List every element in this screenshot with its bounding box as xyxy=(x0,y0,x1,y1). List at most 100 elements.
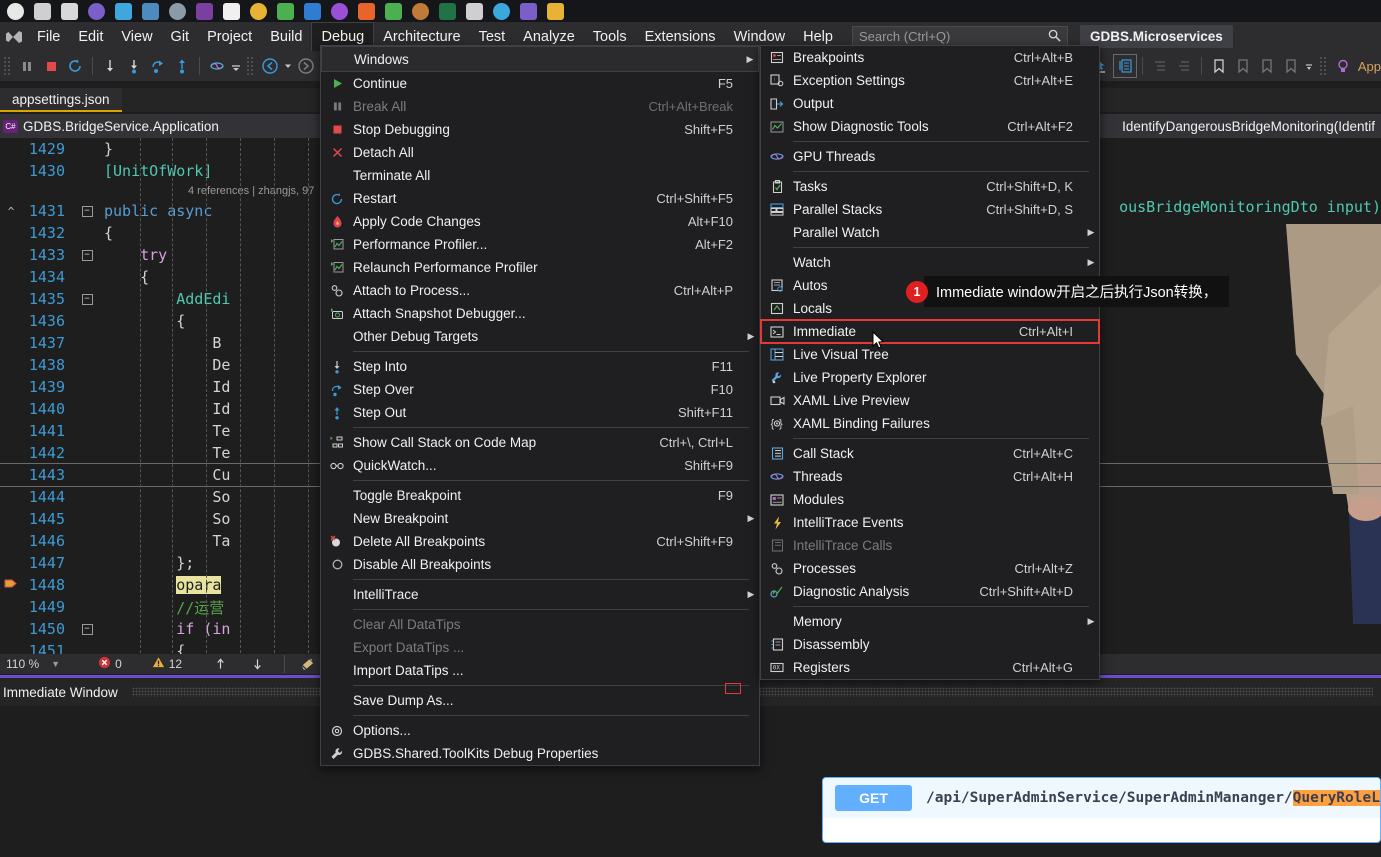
chevron-down-icon[interactable]: ▼ xyxy=(43,659,60,669)
menu-item-intellitrace[interactable]: IntelliTrace ▶ xyxy=(321,583,759,606)
menu-item-xaml-live-preview[interactable]: XAML Live Preview xyxy=(761,389,1099,412)
navigate-back-dropdown-icon[interactable] xyxy=(282,54,294,78)
bookmark-next-icon[interactable] xyxy=(1255,54,1279,78)
menu-item-registers[interactable]: 0X Registers Ctrl+Alt+G xyxy=(761,656,1099,679)
visualstudio-icon[interactable] xyxy=(326,0,353,22)
excel-icon[interactable] xyxy=(434,0,461,22)
menu-project[interactable]: Project xyxy=(198,22,261,51)
error-count[interactable]: 0 xyxy=(70,656,128,672)
menu-item-breakpoints[interactable]: Breakpoints Ctrl+Alt+B xyxy=(761,46,1099,69)
menu-git[interactable]: Git xyxy=(162,22,199,51)
menu-view[interactable]: View xyxy=(112,22,161,51)
menu-item-processes[interactable]: Processes Ctrl+Alt+Z xyxy=(761,557,1099,580)
zoom-level[interactable]: 110 % ▼ xyxy=(0,657,66,671)
menu-item-call-stack[interactable]: Call Stack Ctrl+Alt+C xyxy=(761,442,1099,465)
menu-item-intellitrace-events[interactable]: IntelliTrace Events xyxy=(761,511,1099,534)
stop-icon[interactable] xyxy=(39,54,63,78)
wrench-icon[interactable] xyxy=(29,0,56,22)
menu-file[interactable]: File xyxy=(28,22,69,51)
menu-item-quickwatch[interactable]: QuickWatch... Shift+F9 xyxy=(321,454,759,477)
menu-item-tasks[interactable]: Tasks Ctrl+Shift+D, K xyxy=(761,175,1099,198)
menu-item-performance-profiler[interactable]: Performance Profiler... Alt+F2 xyxy=(321,233,759,256)
menu-item-windows[interactable]: Windows ▶ xyxy=(321,46,759,72)
collapse-icon[interactable]: − xyxy=(81,623,93,635)
debug-menu-panel[interactable]: Windows ▶ Continue F5 Break All Ctrl+Alt+Brea… xyxy=(320,45,760,766)
menu-item-attach-snapshot-debugger[interactable]: Attach Snapshot Debugger... xyxy=(321,302,759,325)
firefox-icon[interactable] xyxy=(353,0,380,22)
menu-item-disable-all-breakpoints[interactable]: Disable All Breakpoints xyxy=(321,553,759,576)
swagger-operation-row[interactable]: GET /api/SuperAdminService/SuperAdminMan… xyxy=(823,778,1380,818)
navigate-back-icon[interactable] xyxy=(258,54,282,78)
fold-toggle[interactable]: − xyxy=(70,205,104,217)
menu-item-step-out[interactable]: Step Out Shift+F11 xyxy=(321,401,759,424)
step-out-icon[interactable] xyxy=(170,54,194,78)
toggle-outline-icon[interactable] xyxy=(1112,54,1137,78)
menu-item-detach-all[interactable]: Detach All xyxy=(321,141,759,164)
photo-icon[interactable] xyxy=(407,0,434,22)
collapse-icon[interactable]: − xyxy=(81,293,93,305)
browser-icon[interactable] xyxy=(110,0,137,22)
menu-build[interactable]: Build xyxy=(261,22,311,51)
fileman-icon[interactable] xyxy=(245,0,272,22)
menu-item-xaml-binding-failures[interactable]: {} XAML Binding Failures xyxy=(761,412,1099,435)
vscode-icon[interactable] xyxy=(299,0,326,22)
wechat-icon[interactable] xyxy=(380,0,407,22)
menu-item-gdbs-shared-toolkits-debug-properties[interactable]: GDBS.Shared.ToolKits Debug Properties xyxy=(321,742,759,765)
app-icon[interactable] xyxy=(515,0,542,22)
ball-icon[interactable] xyxy=(56,0,83,22)
menu-item-diagnostic-analysis[interactable]: Diagnostic Analysis Ctrl+Shift+Alt+D xyxy=(761,580,1099,603)
step-over-icon[interactable] xyxy=(146,54,170,78)
menu-item-disassembly[interactable]: Disassembly xyxy=(761,633,1099,656)
toolbar-grip-2[interactable] xyxy=(246,56,255,76)
lightbulb-icon[interactable] xyxy=(1331,54,1355,78)
menu-item-continue[interactable]: Continue F5 xyxy=(321,72,759,95)
menu-item-import-datatips[interactable]: Import DataTips ... xyxy=(321,659,759,682)
breadcrumb-member[interactable]: IdentifyDangerousBridgeMonitoring(Identi… xyxy=(1116,114,1381,138)
toolbar-grip[interactable] xyxy=(3,56,12,76)
menu-item-other-debug-targets[interactable]: Other Debug Targets ▶ xyxy=(321,325,759,348)
warning-count[interactable]: 12 xyxy=(132,656,188,672)
show-next-statement-icon[interactable] xyxy=(98,54,122,78)
menu-item-new-breakpoint[interactable]: New Breakpoint ▶ xyxy=(321,507,759,530)
menu-item-step-into[interactable]: Step Into F11 xyxy=(321,355,759,378)
fold-toggle[interactable]: − xyxy=(70,249,104,261)
menu-item-modules[interactable]: Modules xyxy=(761,488,1099,511)
menu-item-show-diagnostic-tools[interactable]: Show Diagnostic Tools Ctrl+Alt+F2 xyxy=(761,115,1099,138)
toolbar-grip-3[interactable] xyxy=(1318,56,1328,76)
collapse-icon[interactable]: − xyxy=(81,205,93,217)
step-into-icon[interactable] xyxy=(122,54,146,78)
bookmark-icon[interactable] xyxy=(1207,54,1231,78)
restart-icon[interactable] xyxy=(63,54,87,78)
menu-item-show-call-stack-on-code-map[interactable]: Show Call Stack on Code Map Ctrl+\, Ctrl+… xyxy=(321,431,759,454)
menu-item-output[interactable]: Output xyxy=(761,92,1099,115)
menu-item-stop-debugging[interactable]: Stop Debugging Shift+F5 xyxy=(321,118,759,141)
menu-item-options[interactable]: Options... xyxy=(321,719,759,742)
menu-item-step-over[interactable]: Step Over F10 xyxy=(321,378,759,401)
prev-issue-button[interactable] xyxy=(192,657,233,671)
menu-item-parallel-watch[interactable]: Parallel Watch ▶ xyxy=(761,221,1099,244)
menu-item-memory[interactable]: Memory ▶ xyxy=(761,610,1099,633)
toolbar-overflow-icon[interactable] xyxy=(229,54,243,78)
menu-item-save-dump-as[interactable]: Save Dump As... xyxy=(321,689,759,712)
bookmark-overflow-icon[interactable] xyxy=(1303,54,1316,78)
menu-item-attach-to-process[interactable]: Attach to Process... Ctrl+Alt+P xyxy=(321,279,759,302)
fold-toggle[interactable]: − xyxy=(70,623,104,635)
debug-windows-submenu-panel[interactable]: Breakpoints Ctrl+Alt+B! Exception Settings… xyxy=(760,45,1100,680)
chrome-icon[interactable] xyxy=(272,0,299,22)
bookmark-clear-icon[interactable] xyxy=(1279,54,1303,78)
bookmark-prev-icon[interactable] xyxy=(1231,54,1255,78)
menu-item-live-property-explorer[interactable]: Live Property Explorer xyxy=(761,366,1099,389)
menu-item-live-visual-tree[interactable]: Live Visual Tree xyxy=(761,343,1099,366)
notepad-icon[interactable] xyxy=(218,0,245,22)
azure-icon[interactable] xyxy=(488,0,515,22)
menu-item-exception-settings[interactable]: ! Exception Settings Ctrl+Alt+E xyxy=(761,69,1099,92)
menu-item-watch[interactable]: Watch ▶ xyxy=(761,251,1099,274)
collapse-icon[interactable]: − xyxy=(81,249,93,261)
menu-item-terminate-all[interactable]: Terminate All xyxy=(321,164,759,187)
menu-item-parallel-stacks[interactable]: Parallel Stacks Ctrl+Shift+D, S xyxy=(761,198,1099,221)
menu-item-relaunch-performance-profiler[interactable]: Relaunch Performance Profiler xyxy=(321,256,759,279)
pause-icon[interactable] xyxy=(15,54,39,78)
breadcrumb-class[interactable]: GDBS.BridgeService.Application xyxy=(23,119,219,134)
next-issue-button[interactable] xyxy=(237,657,270,671)
navigate-forward-icon[interactable] xyxy=(294,54,318,78)
